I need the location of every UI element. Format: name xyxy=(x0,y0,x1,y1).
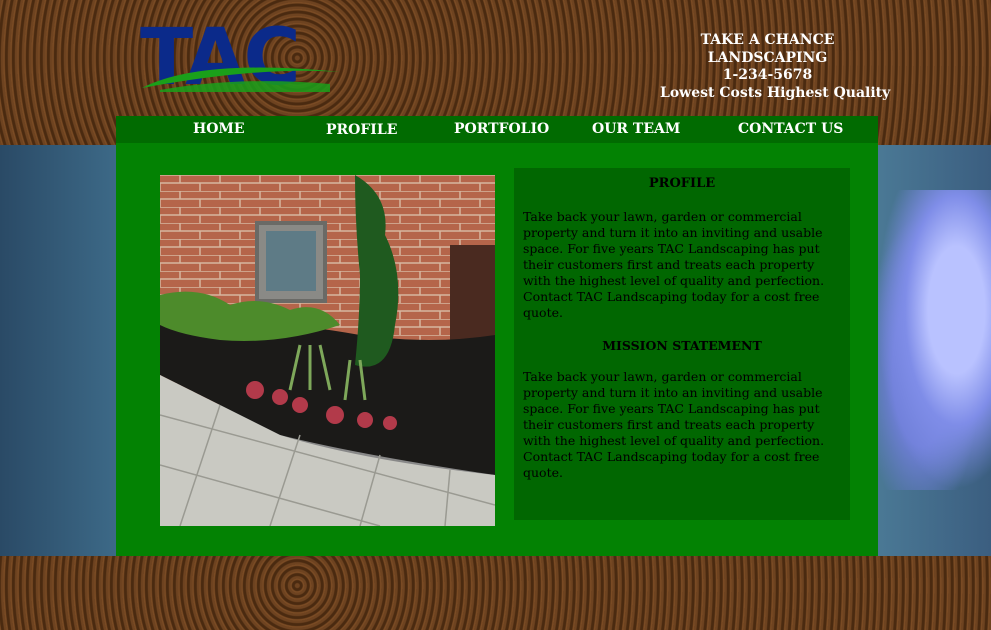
garden-photo-image xyxy=(160,175,495,526)
logo-swoosh-icon xyxy=(142,67,340,92)
main-content-area: HOME PROFILE PORTFOLIO OUR TEAM CONTACT … xyxy=(116,116,878,556)
nav-item-home[interactable]: HOME xyxy=(193,121,245,137)
mission-statement-title: MISSION STATEMENT xyxy=(602,338,762,353)
company-phone: 1-234-5678 xyxy=(722,67,813,83)
company-name-line2: LANDSCAPING xyxy=(707,49,828,66)
profile-body: Take back your lawn, garden or commercia… xyxy=(523,209,825,320)
tac-logo[interactable]: TAC xyxy=(140,18,345,98)
mission-statement-body: Take back your lawn, garden or commercia… xyxy=(523,369,825,480)
blue-flower-image xyxy=(876,190,991,490)
nav-item-profile[interactable]: PROFILE xyxy=(326,122,397,138)
nav-item-our-team[interactable]: OUR TEAM xyxy=(592,121,680,137)
nav-item-contact-us[interactable]: CONTACT US xyxy=(738,121,843,137)
garden-photo xyxy=(160,175,495,526)
nav-item-portfolio[interactable]: PORTFOLIO xyxy=(454,121,549,137)
company-tagline: Lowest Costs Highest Quality xyxy=(660,84,891,101)
company-info: TAKE A CHANCE LANDSCAPING 1-234-5678 Low… xyxy=(660,32,891,102)
company-name-line1: TAKE A CHANCE xyxy=(700,32,835,48)
profile-panel: PROFILE Take back your lawn, garden or c… xyxy=(514,168,850,520)
nav-bar: HOME PROFILE PORTFOLIO OUR TEAM CONTACT … xyxy=(116,116,878,143)
profile-title: PROFILE xyxy=(648,176,716,191)
dirt-footer-background xyxy=(0,556,991,630)
